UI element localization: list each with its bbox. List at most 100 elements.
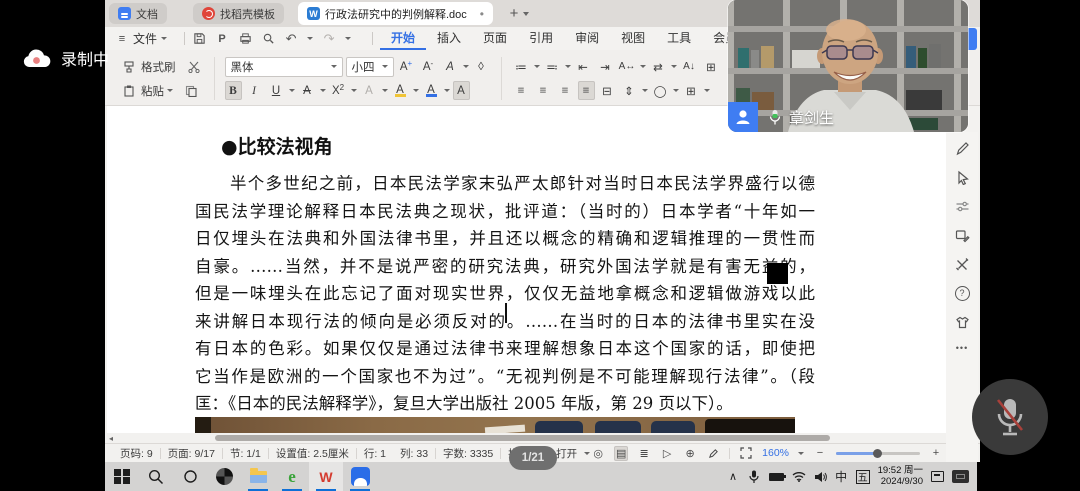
doc-line[interactable]: 半个多世纪之前，日本民法学家末弘严太郎针对当时日本民法学界盛行以德 xyxy=(195,170,815,198)
mute-mic-button[interactable] xyxy=(972,379,1048,455)
doc-line[interactable]: 有日本的色彩。如果仅仅是通过法律书来理解想象日本这个国家的话，即使把 xyxy=(195,335,815,363)
doc-heading[interactable]: ●比较法视角 xyxy=(221,132,333,159)
doc-paragraph[interactable]: 半个多世纪之前，日本民法学家末弘严太郎针对当时日本民法学界盛行以德 国民法学理论… xyxy=(195,170,815,418)
paste-dropdown-icon[interactable] xyxy=(167,89,173,92)
numbered-list-icon[interactable]: ≕ xyxy=(543,57,562,76)
text-direction-icon[interactable]: ⇄ xyxy=(649,57,668,76)
wps-office-button[interactable]: W xyxy=(309,462,343,491)
zoom-out-icon[interactable]: − xyxy=(813,446,827,461)
doc-line[interactable]: 国民法学理论解释日本民法典之现状，批评道：（当时的）日本学者“十年如一 xyxy=(195,198,815,226)
menu-tab-page[interactable]: 页面 xyxy=(472,27,518,50)
taskbar-clock[interactable]: 19:52 周一 2024/9/30 xyxy=(878,466,923,487)
taskbar-search-button[interactable] xyxy=(139,462,173,491)
highlight-dropdown-icon[interactable] xyxy=(413,89,419,92)
spellcheck-dropdown-icon[interactable] xyxy=(584,452,590,455)
pointer-tool-icon[interactable] xyxy=(954,169,970,185)
horizontal-scrollbar[interactable]: ◂ xyxy=(105,433,980,443)
document-page[interactable]: ●比较法视角 半个多世纪之前，日本民法学家末弘严太郎针对当时日本民法学界盛行以德… xyxy=(107,106,950,433)
doc-line[interactable]: 日仅埋头在法典和外国法律书里，并且还以概念的精确和逻辑推理的一贯性而 xyxy=(195,225,815,253)
align-center-icon[interactable]: ≡ xyxy=(534,81,553,100)
zoom-level[interactable]: 160% xyxy=(762,447,789,459)
quickbar-dropdown-icon[interactable] xyxy=(345,37,351,40)
fullscreen-play-icon[interactable]: ▷ xyxy=(660,446,674,461)
undo-dropdown-icon[interactable] xyxy=(307,37,313,40)
pen-tool-icon[interactable] xyxy=(954,140,970,156)
char-scale-dropdown-icon[interactable] xyxy=(640,65,646,68)
align-left-icon[interactable]: ≡ xyxy=(512,81,531,100)
justify-icon[interactable]: ≡ xyxy=(578,81,595,100)
font-color-dropdown-icon[interactable] xyxy=(444,89,450,92)
edit-pen-icon[interactable] xyxy=(706,446,720,461)
image-annotate-icon[interactable] xyxy=(954,227,970,243)
format-painter-label[interactable]: 格式刷 xyxy=(141,59,176,75)
ime-language-indicator[interactable]: 中 xyxy=(835,468,848,485)
bullet-list-icon[interactable]: ≔ xyxy=(512,57,531,76)
char-shading-button[interactable]: A xyxy=(453,81,470,100)
print-icon[interactable] xyxy=(238,32,252,46)
superscript-dropdown-icon[interactable] xyxy=(351,89,357,92)
line-spacing-icon[interactable]: ⇕ xyxy=(620,81,639,100)
help-icon[interactable]: ? xyxy=(954,285,970,301)
italic-button[interactable]: I xyxy=(245,81,264,100)
line-spacing-dropdown-icon[interactable] xyxy=(642,89,648,92)
start-button[interactable] xyxy=(105,462,139,491)
focus-mode-icon[interactable] xyxy=(739,446,753,461)
tools-icon[interactable] xyxy=(954,256,970,272)
settings-sliders-icon[interactable] xyxy=(954,198,970,214)
zoom-in-icon[interactable]: + xyxy=(929,446,943,461)
webcam-video[interactable]: 章剑生 xyxy=(728,0,968,132)
menu-tab-references[interactable]: 引用 xyxy=(518,27,564,50)
distribute-icon[interactable]: ⊟ xyxy=(598,81,617,100)
pinwheel-app-button[interactable] xyxy=(207,462,241,491)
increase-font-icon[interactable]: A+ xyxy=(397,57,416,76)
scroll-left-arrow-icon[interactable]: ◂ xyxy=(109,434,113,443)
text-effects-dropdown-icon[interactable] xyxy=(463,65,469,68)
bold-button[interactable]: B xyxy=(225,81,242,100)
zoom-dropdown-icon[interactable] xyxy=(798,452,804,455)
touch-keyboard-icon[interactable] xyxy=(952,470,969,483)
clear-format-icon[interactable]: ◊ xyxy=(472,57,491,76)
numbered-dropdown-icon[interactable] xyxy=(565,65,571,68)
char-scale-icon[interactable]: A↔ xyxy=(618,57,637,76)
file-explorer-button[interactable] xyxy=(241,462,275,491)
text-direction-dropdown-icon[interactable] xyxy=(671,65,677,68)
web-layout-icon[interactable]: ⊕ xyxy=(683,446,697,461)
action-center-icon[interactable] xyxy=(931,471,944,482)
tab-list-dropdown-icon[interactable] xyxy=(523,12,529,16)
menu-tab-home[interactable]: 开始 xyxy=(380,27,426,50)
borders-icon[interactable]: ⊞ xyxy=(682,81,701,100)
status-word-count[interactable]: 字数: 3335 xyxy=(436,446,500,461)
text-effects-icon[interactable]: A xyxy=(441,57,460,76)
sort-icon[interactable]: A↓ xyxy=(680,57,699,76)
doc-line[interactable]: 自豪。……当然，并不是说严密的研究法典，研究外国法学就是有害无益的， xyxy=(195,253,815,281)
print-preview-icon[interactable] xyxy=(261,32,275,46)
highlight-button[interactable]: A xyxy=(391,81,410,100)
battery-icon[interactable] xyxy=(769,473,784,481)
show-marks-icon[interactable]: ⊞ xyxy=(702,57,721,76)
underline-button[interactable]: U xyxy=(267,81,286,100)
underline-dropdown-icon[interactable] xyxy=(289,89,295,92)
ie-browser-button[interactable]: e xyxy=(275,462,309,491)
zoom-slider-knob[interactable] xyxy=(873,449,882,458)
paste-icon[interactable] xyxy=(119,81,138,100)
font-size-select[interactable]: 小四 xyxy=(346,57,394,77)
menu-tab-view[interactable]: 视图 xyxy=(610,27,656,50)
shading-icon[interactable]: ◯ xyxy=(651,81,670,100)
eye-protect-icon[interactable]: ◎ xyxy=(591,446,605,461)
bullet-dropdown-icon[interactable] xyxy=(534,65,540,68)
tab-home-docs[interactable]: 文档 xyxy=(109,3,167,24)
tab-active-document[interactable]: W 行政法研究中的判例解释.doc • xyxy=(298,2,493,25)
cortana-button[interactable] xyxy=(173,462,207,491)
tray-expand-icon[interactable]: ∧ xyxy=(727,470,740,483)
paste-label[interactable]: 粘贴 xyxy=(141,83,164,99)
file-menu[interactable]: ≡ 文件 xyxy=(115,30,167,47)
tray-mic-icon[interactable] xyxy=(748,470,761,484)
embedded-photo[interactable] xyxy=(195,417,795,433)
wifi-icon[interactable] xyxy=(792,471,806,482)
save-icon[interactable] xyxy=(192,32,206,46)
zoom-slider[interactable] xyxy=(836,452,920,455)
decrease-font-icon[interactable]: A- xyxy=(419,57,438,76)
decrease-indent-icon[interactable]: ⇤ xyxy=(574,57,593,76)
copy-icon[interactable] xyxy=(181,81,200,100)
new-tab-button[interactable]: + xyxy=(505,5,523,22)
